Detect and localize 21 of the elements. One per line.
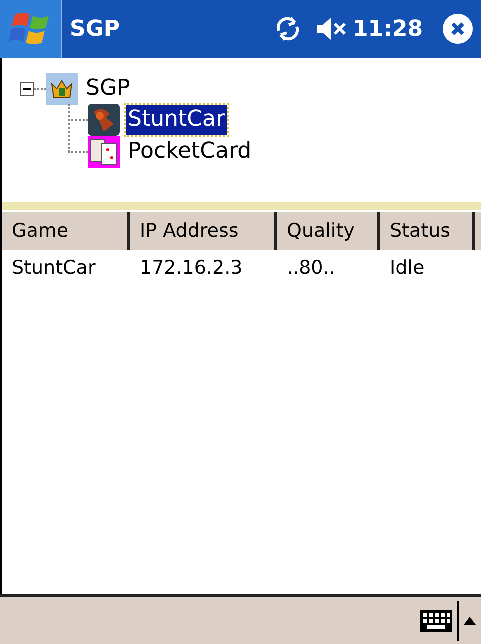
cards-icon xyxy=(88,136,120,168)
table-cell-text: StuntCar xyxy=(11,256,97,281)
tree-item[interactable]: SGP xyxy=(86,72,130,105)
collapse-toggle[interactable] xyxy=(20,82,34,96)
caret-up-icon[interactable] xyxy=(463,616,477,626)
close-button[interactable] xyxy=(443,14,473,44)
column-header[interactable]: Quality xyxy=(277,212,380,250)
table-cell-text: 172.16.2.3 xyxy=(139,256,244,281)
window-title: SGP xyxy=(70,16,120,44)
game-icon xyxy=(88,104,120,136)
column-header[interactable]: Game xyxy=(2,212,130,250)
crown-icon xyxy=(46,72,78,104)
tree-item[interactable]: PocketCard xyxy=(126,137,254,167)
tree-item[interactable]: StuntCar xyxy=(126,105,227,135)
clock-time[interactable]: 11:28 xyxy=(352,12,423,46)
table-cell-text: ..80.. xyxy=(286,256,336,281)
column-header[interactable]: IP Address xyxy=(130,212,277,250)
table-cell-text: Idle xyxy=(389,256,426,281)
column-header[interactable]: Status xyxy=(380,212,475,250)
speaker-muted-icon[interactable] xyxy=(314,15,349,43)
keyboard-icon[interactable] xyxy=(419,608,453,632)
